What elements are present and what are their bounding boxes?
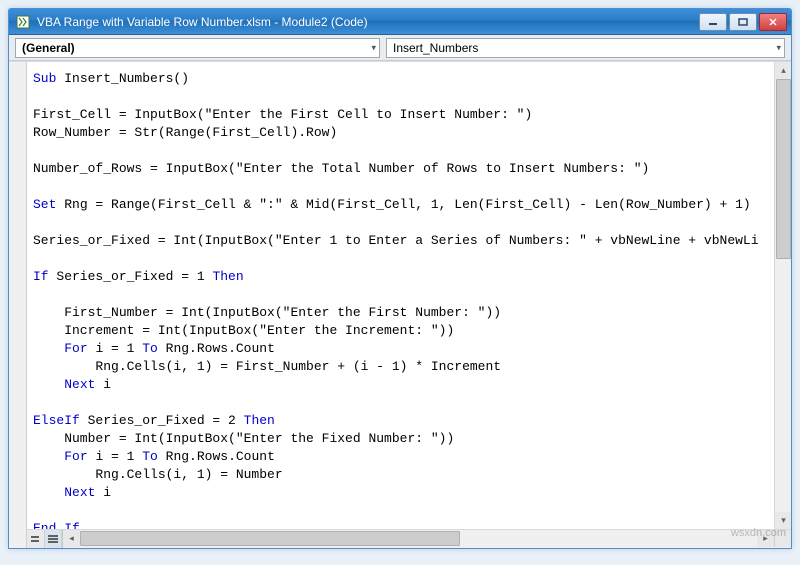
vba-module-icon	[15, 14, 31, 30]
horizontal-scrollbar-thumb[interactable]	[80, 531, 460, 546]
vertical-scrollbar[interactable]: ▴ ▾	[774, 62, 791, 529]
maximize-button[interactable]	[729, 13, 757, 31]
minimize-button[interactable]	[699, 13, 727, 31]
watermark: wsxdn.com	[731, 527, 786, 539]
procedure-combo[interactable]: Insert_Numbers ▾	[386, 38, 785, 58]
code-toolbar: (General) ▾ Insert_Numbers ▾	[9, 35, 791, 61]
window-title: VBA Range with Variable Row Number.xlsm …	[37, 15, 699, 29]
procedure-view-button[interactable]	[27, 530, 45, 548]
editor-frame: Sub Insert_Numbers() First_Cell = InputB…	[9, 61, 791, 548]
code-window: VBA Range with Variable Row Number.xlsm …	[8, 8, 792, 549]
chevron-down-icon: ▾	[371, 42, 376, 53]
procedure-combo-text: Insert_Numbers	[393, 41, 478, 55]
code-pane: Sub Insert_Numbers() First_Cell = InputB…	[27, 62, 791, 548]
horizontal-scrollbar[interactable]: ◂ ▸	[63, 530, 791, 548]
code-editor[interactable]: Sub Insert_Numbers() First_Cell = InputB…	[27, 62, 791, 529]
titlebar[interactable]: VBA Range with Variable Row Number.xlsm …	[9, 9, 791, 35]
code-scroll: Sub Insert_Numbers() First_Cell = InputB…	[27, 62, 791, 529]
close-button[interactable]	[759, 13, 787, 31]
vertical-scrollbar-thumb[interactable]	[776, 79, 791, 259]
scroll-left-icon[interactable]: ◂	[63, 530, 80, 547]
full-module-view-button[interactable]	[45, 530, 63, 548]
view-mode-buttons	[27, 530, 63, 548]
window-controls	[699, 13, 787, 31]
object-combo[interactable]: (General) ▾	[15, 38, 380, 58]
scroll-up-icon[interactable]: ▴	[775, 62, 791, 79]
object-combo-text: (General)	[22, 41, 75, 55]
bottom-bar: ◂ ▸	[27, 529, 791, 548]
split-gutter[interactable]	[9, 62, 27, 548]
chevron-down-icon: ▾	[776, 42, 781, 53]
